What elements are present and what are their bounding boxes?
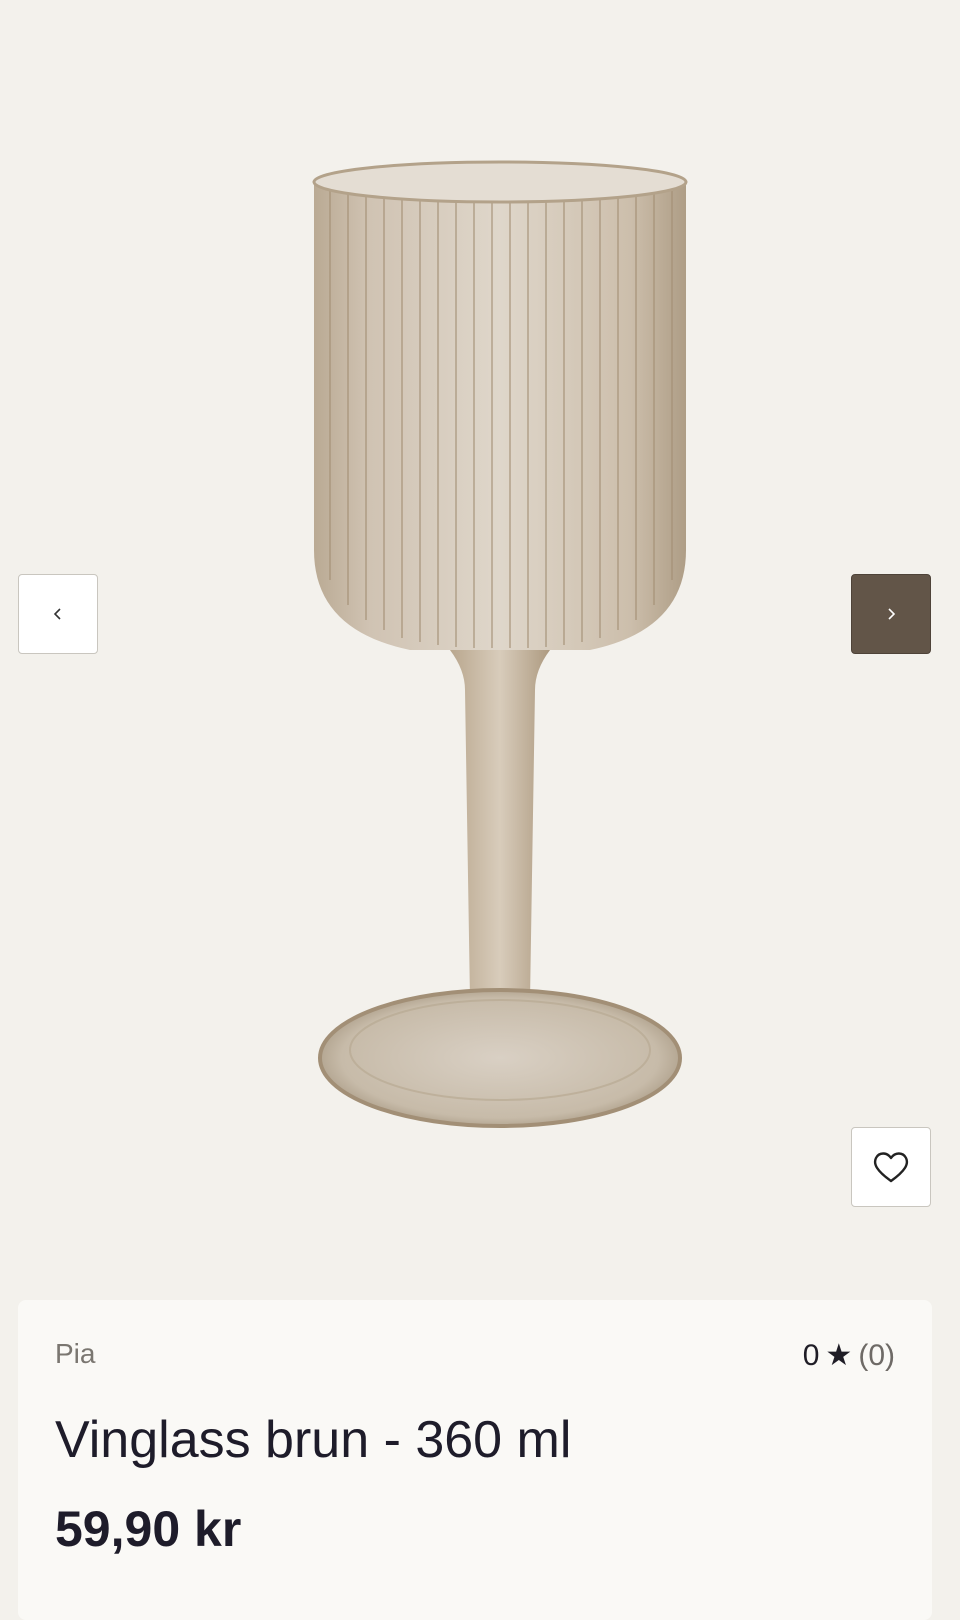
- rating-count: (0): [858, 1338, 895, 1372]
- star-icon: ★: [825, 1339, 853, 1372]
- product-title: Vinglass brun - 360 ml: [55, 1411, 572, 1469]
- heart-icon: [873, 1152, 909, 1183]
- product-image: [312, 160, 688, 1128]
- add-to-favorites-button[interactable]: [851, 1127, 931, 1207]
- previous-image-button[interactable]: [18, 574, 98, 654]
- product-info-card: Pia 0 ★ (0) Vinglass brun - 360 ml 59,90…: [18, 1300, 932, 1620]
- next-image-button[interactable]: [851, 574, 931, 654]
- chevron-right-icon: [888, 608, 896, 620]
- product-rating[interactable]: 0 ★ (0): [803, 1338, 895, 1373]
- chevron-left-icon: [53, 608, 61, 620]
- brand-name[interactable]: Pia: [55, 1338, 95, 1370]
- product-image-gallery: [0, 0, 960, 1300]
- product-price: 59,90 kr: [55, 1501, 242, 1557]
- rating-value: 0: [802, 1338, 820, 1372]
